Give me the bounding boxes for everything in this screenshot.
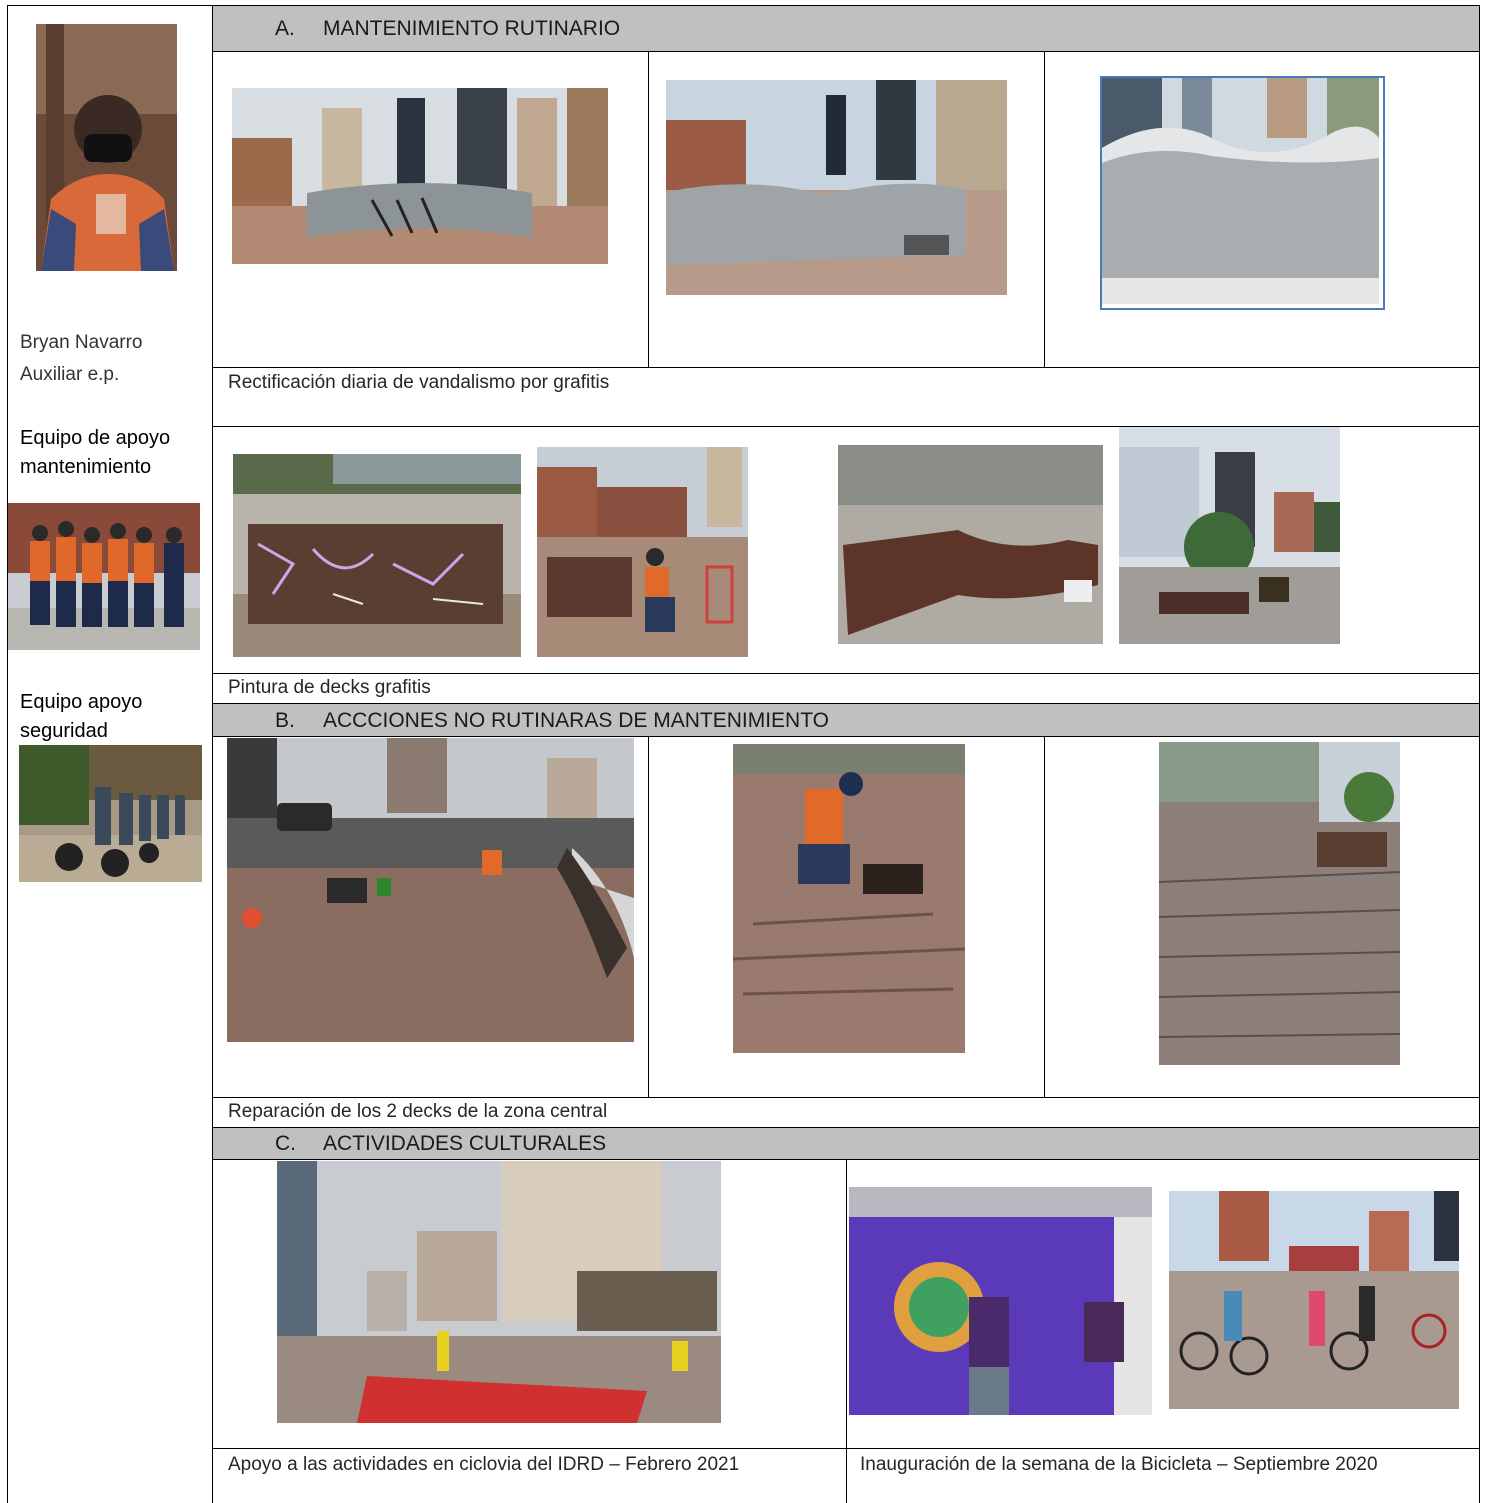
row-line (212, 673, 1480, 674)
photo-c-stage-event (849, 1187, 1152, 1415)
photo-a-plaza-tree (1119, 427, 1340, 644)
photo-a-deck-clean (838, 445, 1103, 644)
photo-a-graffiti-wall (232, 88, 608, 264)
table-border-right (1479, 5, 1480, 1503)
section-header-c: C. ACTIVIDADES CULTURALES (213, 1127, 1479, 1160)
column-divider (212, 5, 213, 1503)
caption-deck-repair: Reparación de los 2 decks de la zona cen… (228, 1101, 608, 1122)
section-title: ACCCIONES NO RUTINARAS DE MANTENIMIENTO (323, 708, 829, 732)
caption-bike-week: Inauguración de la semana de la Biciclet… (860, 1454, 1378, 1475)
section-header-b: B. ACCCIONES NO RUTINARAS DE MANTENIMIEN… (213, 703, 1479, 737)
photo-a-worker-painting (537, 447, 748, 657)
photo-b-repaired-deck (1159, 742, 1400, 1065)
caption-deck-painting: Pintura de decks grafitis (228, 677, 431, 698)
photo-a-wave-wall (1100, 76, 1385, 310)
section-header-a: A. MANTENIMIENTO RUTINARIO (213, 5, 1479, 52)
photo-a-deck-graffiti (233, 454, 521, 657)
team-security-label: Equipo apoyo seguridad (20, 691, 143, 742)
section-letter: C. (275, 1132, 296, 1155)
divider-b-1 (648, 737, 649, 1097)
divider-c-1 (846, 1160, 847, 1503)
section-title: MANTENIMIENTO RUTINARIO (323, 17, 621, 40)
person-role: Auxiliar e.p. (20, 364, 120, 385)
caption-graffiti-rectification: Rectificación diaria de vandalismo por g… (228, 372, 610, 393)
photo-c-bike-event (1169, 1191, 1459, 1409)
person-name: Bryan Navarro (20, 332, 143, 353)
section-title: ACTIVIDADES CULTURALES (323, 1132, 607, 1155)
caption-ciclovia: Apoyo a las actividades en ciclovia del … (228, 1454, 740, 1475)
photo-c-ciclovia (277, 1161, 721, 1423)
divider-a-1 (648, 52, 649, 367)
table-border-left (7, 5, 8, 1503)
photo-a-clean-wall (666, 80, 1007, 295)
section-letter: A. (275, 17, 295, 40)
maintenance-team-photo (8, 503, 200, 650)
row-line (212, 1448, 1480, 1449)
person-photo (36, 24, 177, 271)
divider-a-2 (1044, 52, 1045, 367)
row-line (212, 1097, 1480, 1098)
photo-b-worker-kneeling (733, 744, 965, 1053)
row-line (212, 367, 1480, 368)
section-letter: B. (275, 708, 295, 732)
photo-b-deck-repair-street (227, 738, 634, 1042)
divider-b-2 (1044, 737, 1045, 1097)
security-team-photo (19, 745, 202, 882)
team-maintenance-label: Equipo de apoyo mantenimiento (20, 427, 171, 478)
